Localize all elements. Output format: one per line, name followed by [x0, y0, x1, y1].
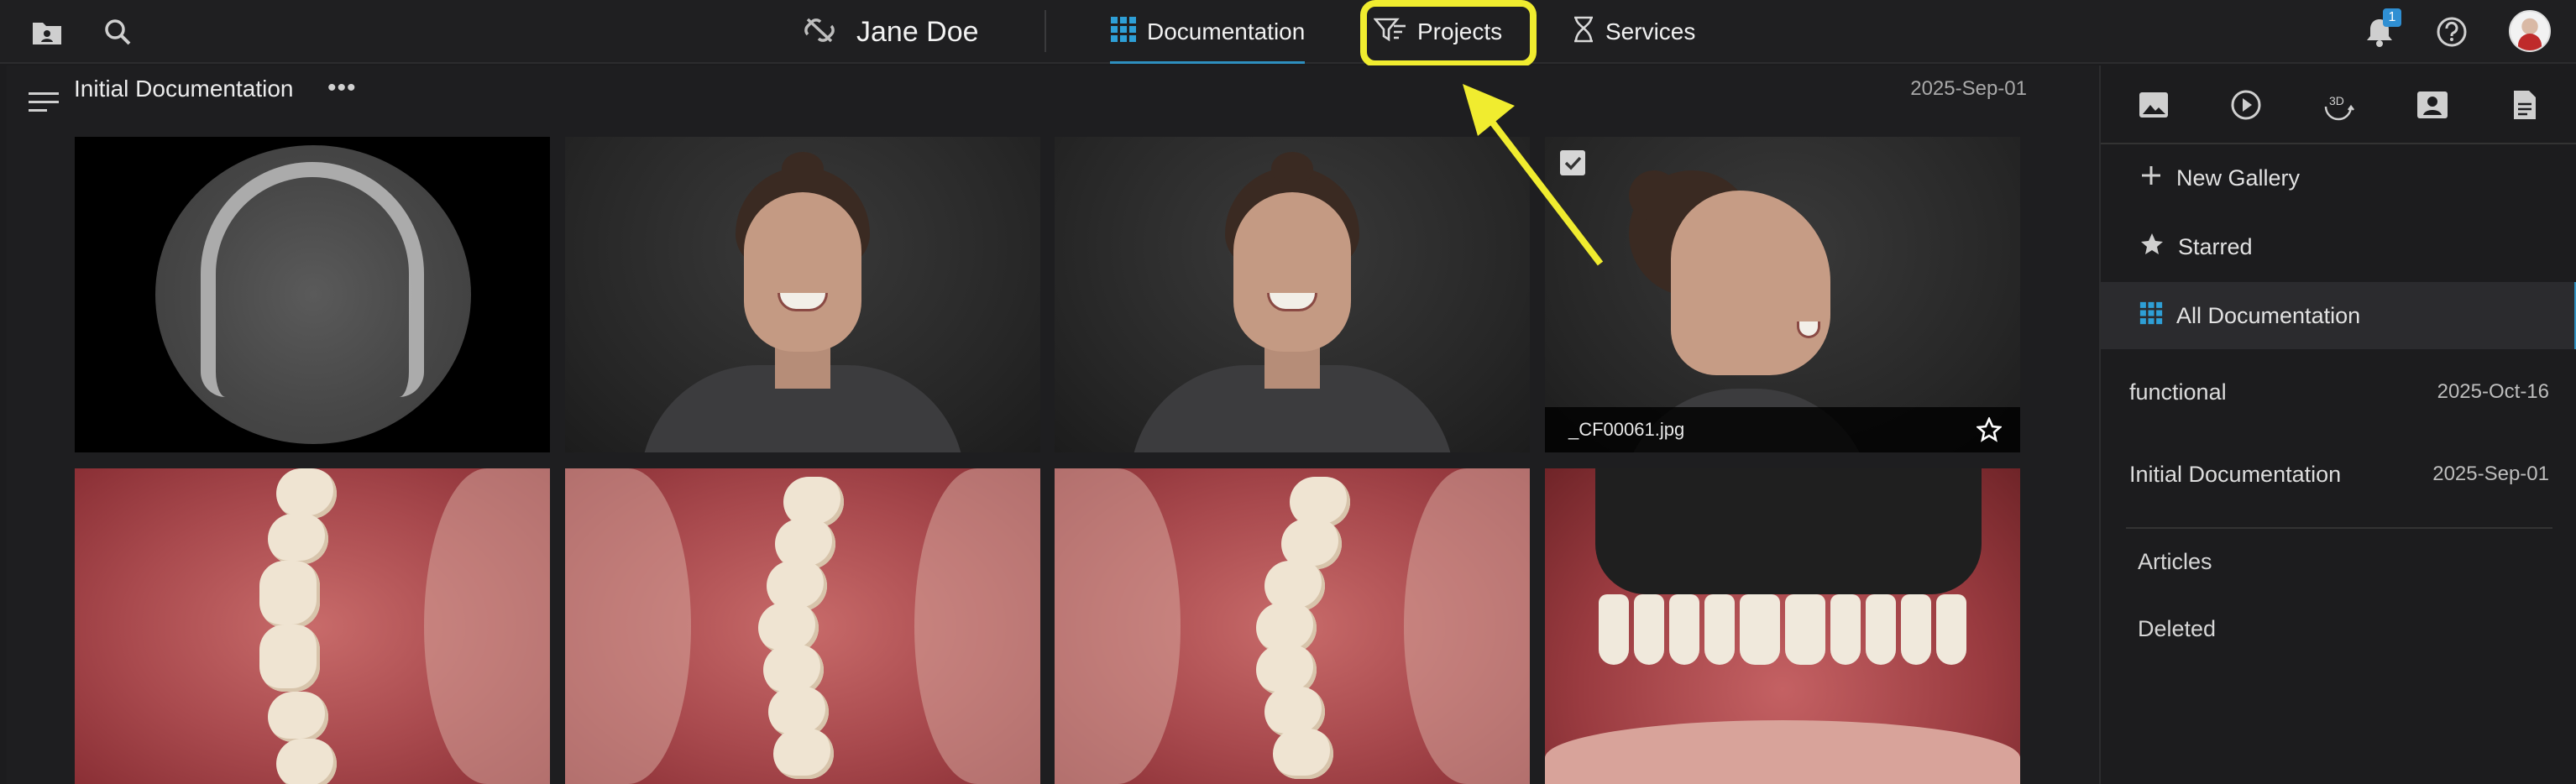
patient-folder-icon[interactable]	[27, 12, 67, 52]
gallery-date: 2025-Oct-16	[2437, 380, 2549, 403]
frontal-retracted-thumbnail[interactable]	[1545, 468, 2020, 784]
tab-projects[interactable]: Projects	[1373, 8, 1503, 55]
sidebar-item-all-documentation-label: All Documentation	[2176, 302, 2361, 328]
intraoral-right-thumbnail[interactable]	[75, 468, 550, 784]
gallery-name: functional	[2129, 379, 2227, 405]
document-icon[interactable]	[2505, 86, 2544, 124]
search-icon[interactable]	[97, 12, 138, 52]
tab-services-label: Services	[1605, 18, 1696, 44]
gallery-name: Initial Documentation	[2129, 461, 2342, 487]
3d-icon[interactable]: 3D	[2319, 86, 2358, 124]
sidebar-item-all-documentation[interactable]: All Documentation	[2101, 282, 2576, 349]
topbar-divider	[1045, 10, 1046, 52]
grid-icon	[2139, 301, 2163, 331]
cheek-retractor	[565, 468, 691, 784]
profile-photo-thumbnail[interactable]: _CF00061.jpg	[1545, 137, 2020, 452]
patient-name: Jane Doe	[856, 15, 979, 48]
lower-lip	[1545, 720, 2020, 784]
grid-icon	[1110, 16, 1137, 49]
cheek-retractor	[914, 468, 1040, 784]
more-options-icon[interactable]: •••	[327, 74, 357, 102]
intraoral-occlusal-thumbnail[interactable]	[565, 468, 1040, 784]
tab-services[interactable]: Services	[1572, 8, 1695, 55]
tab-documentation[interactable]: Documentation	[1110, 8, 1306, 64]
portrait-bun	[1629, 170, 1679, 221]
cheek-retractor	[1055, 468, 1181, 784]
sidebar-item-deleted[interactable]: Deleted	[2138, 616, 2216, 642]
portrait-bun	[1271, 152, 1313, 186]
ct-dental-arch	[201, 162, 424, 397]
mirror-retractor	[1595, 468, 1982, 594]
cheek-retractor	[1404, 468, 1530, 784]
services-icon	[1572, 16, 1595, 49]
star-icon[interactable]	[1977, 417, 2002, 442]
notifications-bell-icon[interactable]: 1	[2359, 8, 2401, 52]
portrait-eyes-closed-thumbnail[interactable]	[565, 137, 1040, 452]
portrait-icon[interactable]	[2413, 86, 2452, 124]
sidebar-item-starred[interactable]: Starred	[2101, 213, 2576, 280]
new-gallery-button[interactable]: New Gallery	[2101, 144, 2576, 212]
new-gallery-label: New Gallery	[2176, 165, 2301, 191]
sidebar-divider	[2126, 527, 2552, 529]
play-icon[interactable]	[2227, 86, 2265, 124]
unlink-icon[interactable]	[803, 16, 836, 49]
select-checkbox[interactable]	[1560, 150, 1585, 175]
portrait-face	[1233, 192, 1351, 352]
teeth	[243, 468, 385, 784]
ct-scan-thumbnail[interactable]	[75, 137, 550, 452]
teeth	[1248, 477, 1390, 779]
right-sidebar: 3D New Gallery Starred All Documentation…	[2099, 65, 2576, 784]
thumbnail-caption: _CF00061.jpg	[1545, 407, 2020, 452]
portrait-smile-thumbnail[interactable]	[1055, 137, 1530, 452]
media-filter-bar: 3D	[2101, 65, 2576, 144]
thumbnail-filename: _CF00061.jpg	[1568, 419, 1685, 440]
front-teeth	[1599, 594, 1966, 666]
plus-icon	[2139, 164, 2163, 193]
intraoral-occlusal-2-thumbnail[interactable]	[1055, 468, 1530, 784]
menu-icon[interactable]	[29, 92, 59, 118]
top-bar: Jane Doe Documentation Projects Services…	[0, 0, 2576, 67]
portrait-face	[1671, 191, 1830, 375]
portrait-bun	[782, 152, 824, 186]
tab-projects-label: Projects	[1417, 18, 1503, 44]
gallery-date: 2025-Sep-01	[2432, 463, 2549, 485]
patient-header: Jane Doe	[803, 10, 979, 54]
section-header: Initial Documentation ••• 2025-Sep-01	[7, 65, 2099, 133]
tab-documentation-label: Documentation	[1147, 18, 1306, 44]
user-avatar[interactable]	[2509, 10, 2551, 52]
teeth	[758, 477, 901, 779]
image-icon[interactable]	[2134, 86, 2173, 124]
section-date: 2025-Sep-01	[1910, 77, 2027, 100]
sidebar-item-articles[interactable]: Articles	[2138, 549, 2212, 575]
cheek-retractor	[424, 468, 550, 784]
section-title: Initial Documentation	[74, 76, 294, 102]
gallery-item-functional[interactable]: functional 2025-Oct-16	[2126, 354, 2552, 430]
help-icon[interactable]	[2432, 12, 2472, 52]
svg-text:3D: 3D	[2329, 94, 2344, 107]
portrait-face	[744, 192, 861, 352]
sidebar-item-starred-label: Starred	[2178, 233, 2253, 259]
projects-filter-icon	[1373, 16, 1407, 49]
star-filled-icon	[2139, 232, 2165, 263]
gallery-item-initial-documentation[interactable]: Initial Documentation 2025-Sep-01	[2126, 436, 2552, 512]
notification-badge: 1	[2383, 8, 2401, 27]
gallery-panel: Initial Documentation ••• 2025-Sep-01 _C…	[7, 65, 2099, 784]
